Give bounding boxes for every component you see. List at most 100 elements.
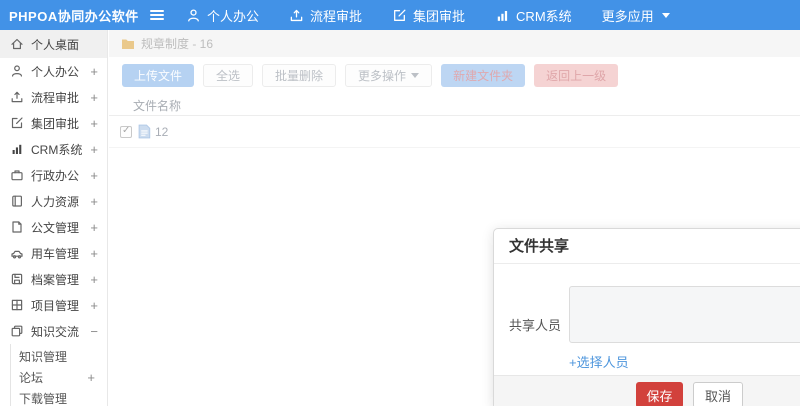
sidebar-subitem[interactable]: 下载管理 [11, 388, 107, 406]
upload-icon [289, 8, 304, 23]
sidebar-item-label: 项目管理 [31, 298, 80, 313]
expand-toggle-icon[interactable]: − [90, 324, 98, 339]
file-share-modal: 文件共享 共享人员 +选择人员 保存 取消 [493, 228, 800, 406]
sidebar-item[interactable]: 流程审批 + [0, 84, 107, 110]
top-nav-label: 个人办公 [207, 8, 260, 24]
expand-toggle-icon[interactable]: + [87, 370, 95, 385]
expand-toggle-icon[interactable]: + [90, 220, 98, 235]
sidebar-item-label: 行政办公 [31, 168, 80, 183]
sidebar-item-label: 知识交流 [31, 324, 80, 339]
expand-toggle-icon[interactable]: + [90, 90, 98, 105]
sidebar-item-label: 个人办公 [31, 64, 80, 79]
sidebar-subitem-label: 知识管理 [19, 350, 68, 364]
book-icon [10, 194, 24, 208]
upload-file-button[interactable]: 上传文件 [122, 64, 195, 87]
breadcrumb: 规章制度 - 16 [109, 30, 800, 57]
sidebar: 个人桌面 个人办公 + 流程审批 + 集团审批 + CRM系统 + 行政办公 +… [0, 30, 108, 406]
user-icon [186, 8, 201, 23]
sidebar-subitem[interactable]: 知识管理 [11, 346, 107, 367]
sidebar-item-label: 流程审批 [31, 90, 80, 105]
expand-toggle-icon[interactable]: + [90, 272, 98, 287]
sidebar-item[interactable]: 档案管理 + [0, 266, 107, 292]
sidebar-item[interactable]: 用车管理 + [0, 240, 107, 266]
chart-icon [495, 8, 510, 23]
modal-title: 文件共享 [494, 229, 800, 264]
sidebar-item-label: 个人桌面 [31, 37, 80, 52]
sidebar-item[interactable]: 个人桌面 [0, 30, 107, 58]
top-nav-item[interactable]: 集团审批 [392, 6, 465, 25]
new-folder-button[interactable]: 新建文件夹 [441, 64, 526, 87]
expand-toggle-icon[interactable]: + [90, 64, 98, 79]
select-members-link[interactable]: +选择人员 [569, 352, 629, 371]
sidebar-item-label: 公文管理 [31, 220, 80, 235]
sidebar-subitem-label: 论坛 [19, 371, 44, 385]
sidebar-item[interactable]: 人力资源 + [0, 188, 107, 214]
top-nav-label: 流程审批 [310, 8, 363, 24]
chevron-down-icon [411, 73, 420, 78]
share-members-label: 共享人员 [508, 318, 561, 333]
expand-toggle-icon[interactable]: + [90, 168, 98, 183]
breadcrumb-label: 规章制度 - 16 [141, 37, 214, 51]
top-nav-item[interactable]: 流程审批 [289, 6, 362, 25]
share-members-textarea[interactable] [569, 286, 800, 343]
file-table-header: 文件名称 [109, 95, 800, 116]
top-nav: 个人办公 流程审批 集团审批 CRM系统 更多应用 [186, 6, 700, 25]
sidebar-item[interactable]: 行政办公 + [0, 162, 107, 188]
more-actions-label: 更多操作 [358, 69, 407, 83]
cancel-button[interactable]: 取消 [693, 382, 743, 406]
chevron-down-icon [661, 12, 670, 18]
sidebar-item-label: CRM系统 [31, 142, 83, 157]
sidebar-subitem[interactable]: 论坛 + [11, 367, 107, 388]
top-nav-item[interactable]: CRM系统 [495, 6, 572, 25]
back-button[interactable]: 返回上一级 [534, 64, 619, 87]
edit-icon [10, 116, 24, 130]
top-bar: PHPOA协同办公软件 个人办公 流程审批 集团审批 CRM系统 更多应用 [0, 0, 800, 30]
top-nav-label: CRM系统 [516, 8, 572, 24]
more-actions-button[interactable]: 更多操作 [345, 64, 433, 87]
top-nav-label: 集团审批 [413, 8, 466, 24]
project-icon [10, 298, 24, 312]
home-icon [10, 37, 24, 51]
sidebar-item-label: 集团审批 [31, 116, 80, 131]
expand-toggle-icon[interactable]: + [90, 116, 98, 131]
toolbar: 上传文件 全选 批量删除 更多操作 新建文件夹 返回上一级 [109, 64, 800, 87]
save-button[interactable]: 保存 [636, 382, 683, 406]
archive-icon [10, 272, 24, 286]
sidebar-item[interactable]: 集团审批 + [0, 110, 107, 136]
expand-toggle-icon[interactable]: + [90, 246, 98, 261]
select-all-button[interactable]: 全选 [203, 64, 254, 87]
chart-icon [10, 142, 24, 156]
file-row[interactable]: 12 [109, 116, 800, 148]
sidebar-submenu: 知识管理 论坛 + 下载管理 [10, 344, 107, 406]
sidebar-item[interactable]: 个人办公 + [0, 58, 107, 84]
hamburger-menu-icon[interactable] [150, 10, 164, 20]
modal-footer: 保存 取消 [494, 375, 800, 406]
top-nav-label: 更多应用 [601, 8, 654, 24]
folder-icon [121, 38, 135, 50]
document-icon [10, 220, 24, 234]
batch-delete-button[interactable]: 批量删除 [262, 64, 337, 87]
car-icon [10, 246, 24, 260]
user-icon [10, 64, 24, 78]
app-logo: PHPOA协同办公软件 [9, 8, 139, 24]
briefcase-icon [10, 168, 24, 182]
sidebar-menu: 个人桌面 个人办公 + 流程审批 + 集团审批 + CRM系统 + 行政办公 +… [0, 30, 107, 344]
file-icon [138, 124, 151, 139]
file-name-column-header: 文件名称 [133, 98, 182, 113]
expand-toggle-icon[interactable]: + [90, 142, 98, 157]
top-nav-item[interactable]: 更多应用 [602, 6, 670, 25]
sidebar-item[interactable]: 公文管理 + [0, 214, 107, 240]
sidebar-item[interactable]: CRM系统 + [0, 136, 107, 162]
expand-toggle-icon[interactable]: + [90, 194, 98, 209]
row-checkbox[interactable] [120, 125, 132, 138]
edit-icon [392, 8, 407, 23]
share-icon [10, 324, 24, 338]
sidebar-item[interactable]: 知识交流 − [0, 318, 107, 344]
sidebar-subitem-label: 下载管理 [19, 392, 68, 406]
upload-icon [10, 90, 24, 104]
sidebar-item[interactable]: 项目管理 + [0, 292, 107, 318]
sidebar-item-label: 用车管理 [31, 246, 80, 261]
top-nav-item[interactable]: 个人办公 [186, 6, 259, 25]
expand-toggle-icon[interactable]: + [90, 298, 98, 313]
file-name: 12 [155, 124, 169, 139]
